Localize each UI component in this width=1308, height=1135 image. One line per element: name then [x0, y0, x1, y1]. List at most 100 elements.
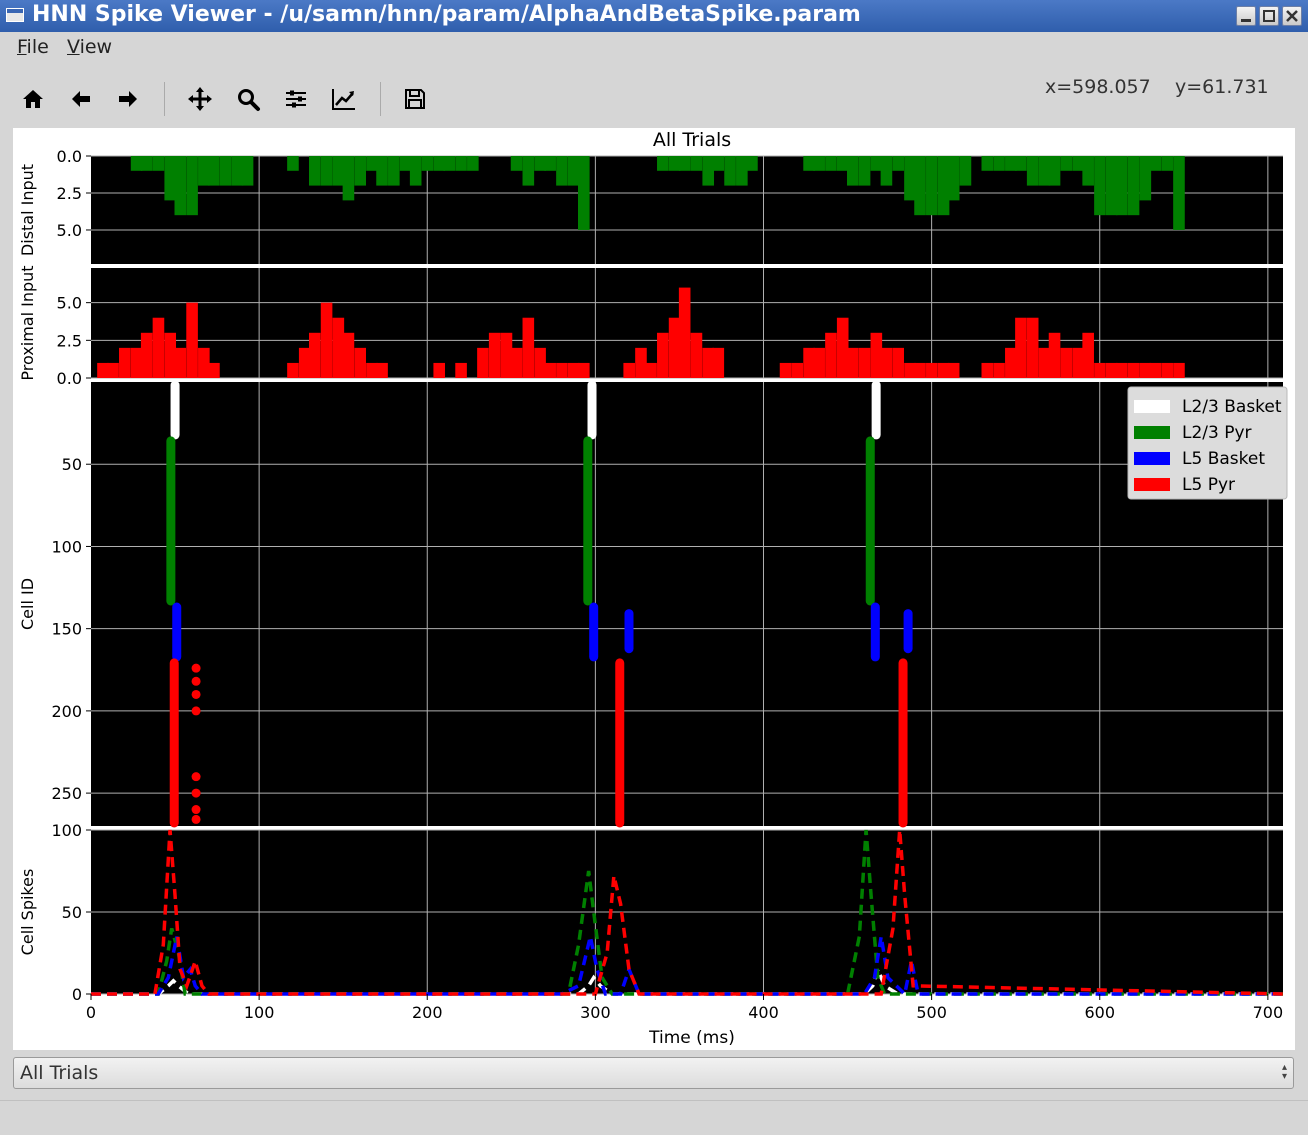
zoom-button[interactable]	[233, 84, 263, 114]
distal-bar	[152, 156, 165, 171]
subplots-config-button[interactable]	[281, 84, 311, 114]
distal-bar	[332, 156, 345, 186]
cursor-x-readout: x=598.057	[1045, 76, 1151, 98]
y-tick-label: 5.0	[57, 221, 82, 240]
proximal-bar	[1038, 347, 1051, 378]
distal-bar	[309, 156, 321, 186]
distal-bar	[1105, 156, 1118, 216]
y-tick-label: 50	[62, 455, 82, 474]
proximal-bar	[1094, 362, 1106, 378]
y-tick-label: 200	[51, 702, 82, 721]
proximal-bar	[152, 317, 165, 378]
proximal-bar	[578, 362, 590, 378]
distal-bar	[678, 156, 691, 171]
distal-bar	[388, 156, 400, 186]
legend-swatch	[1134, 478, 1170, 491]
proximal-bar	[455, 362, 467, 378]
proximal-bar	[309, 332, 321, 378]
distal-bar	[556, 156, 568, 186]
distal-bar	[1005, 156, 1017, 171]
cursor-y-readout: y=61.731	[1175, 76, 1269, 98]
raster-axes-background	[91, 382, 1283, 826]
edit-axis-button[interactable]	[329, 84, 359, 114]
distal-bar	[578, 156, 590, 230]
proximal-bar	[544, 362, 556, 378]
menu-view[interactable]: View	[67, 36, 112, 58]
distal-bar	[712, 156, 725, 171]
raster-spike-dot	[191, 772, 201, 782]
proximal-bar	[1149, 362, 1162, 378]
zoom-icon	[238, 89, 260, 111]
menu-view-mnemonic: V	[67, 36, 80, 58]
proximal-bar	[119, 347, 131, 378]
status-bar	[0, 1100, 1308, 1135]
pan-button[interactable]	[185, 84, 215, 114]
menu-file-label: ile	[26, 36, 49, 58]
distal-bar	[455, 156, 467, 171]
distal-bar	[690, 156, 703, 171]
close-button[interactable]	[1282, 6, 1302, 26]
distal-bar	[140, 156, 153, 171]
distal-bar	[736, 156, 748, 186]
distal-bar	[510, 156, 523, 171]
forward-button[interactable]	[113, 84, 143, 114]
spike-raster-panel: 50 100 150 200 250 Cell ID	[18, 380, 1283, 828]
x-tick-label: 200	[412, 1003, 443, 1022]
proximal-bar	[712, 347, 725, 378]
proximal-bar	[500, 332, 513, 378]
proximal-bar	[1139, 362, 1152, 378]
distal-bar	[219, 156, 232, 186]
distal-bar	[926, 156, 938, 216]
figure-title: All Trials	[653, 129, 731, 151]
proximal-bar	[892, 347, 904, 378]
y-tick-label: 100	[51, 537, 82, 556]
menu-file[interactable]: File	[17, 36, 49, 58]
minimize-button[interactable]	[1236, 6, 1256, 26]
edit-axis-icon	[332, 89, 355, 110]
proximal-bar	[813, 347, 825, 378]
proximal-bar	[186, 302, 198, 378]
distal-bar	[813, 156, 825, 171]
proximal-bar	[198, 347, 210, 378]
distal-y-label: Distal Input	[18, 164, 37, 256]
distal-bar	[130, 156, 143, 171]
distal-bar	[164, 156, 177, 201]
proximal-bar	[847, 347, 859, 378]
distal-bar	[746, 156, 758, 171]
legend-label: L2/3 Pyr	[1182, 423, 1252, 443]
distal-bar	[1060, 156, 1073, 171]
distal-bar	[1026, 156, 1039, 186]
toolbar-separator	[164, 82, 165, 116]
back-button[interactable]	[66, 84, 96, 114]
raster-spike-dot	[191, 663, 201, 673]
legend-label: L5 Basket	[1182, 449, 1265, 469]
proximal-bar	[657, 332, 669, 378]
combo-arrows-icon: ▴ ▾	[1281, 1062, 1287, 1082]
distal-bar	[1161, 156, 1173, 171]
distal-bar	[981, 156, 994, 171]
raster-spike-dot	[191, 788, 201, 798]
close-icon	[1286, 10, 1298, 22]
proximal-bar	[140, 332, 153, 378]
maximize-button[interactable]	[1259, 6, 1279, 26]
proximal-bar	[1060, 347, 1073, 378]
proximal-bar	[1072, 347, 1084, 378]
raster-legend: L2/3 Basket L2/3 Pyr L5 Basket L5 Pyr	[1127, 386, 1288, 500]
distal-bar	[836, 156, 849, 171]
save-figure-button[interactable]	[400, 84, 430, 114]
y-tick-label: 2.5	[57, 331, 82, 350]
distal-bar	[858, 156, 871, 186]
proximal-bar	[354, 347, 366, 378]
proximal-bar	[332, 317, 345, 378]
trial-select[interactable]: All Trials ▴ ▾	[13, 1057, 1294, 1089]
menu-view-label: iew	[79, 36, 113, 58]
distal-bar	[1127, 156, 1140, 216]
distal-bar	[1173, 156, 1185, 230]
figure-canvas[interactable]: All Trials 0.0 2.5 5.0 Distal Input 0.0 2.5 5…	[13, 128, 1295, 1050]
home-button[interactable]	[18, 84, 48, 114]
x-tick-label: 400	[748, 1003, 779, 1022]
legend-label: L2/3 Basket	[1182, 397, 1282, 417]
distal-bar	[320, 156, 333, 186]
distal-bar	[399, 156, 412, 171]
x-tick-label: 0	[86, 1003, 96, 1022]
